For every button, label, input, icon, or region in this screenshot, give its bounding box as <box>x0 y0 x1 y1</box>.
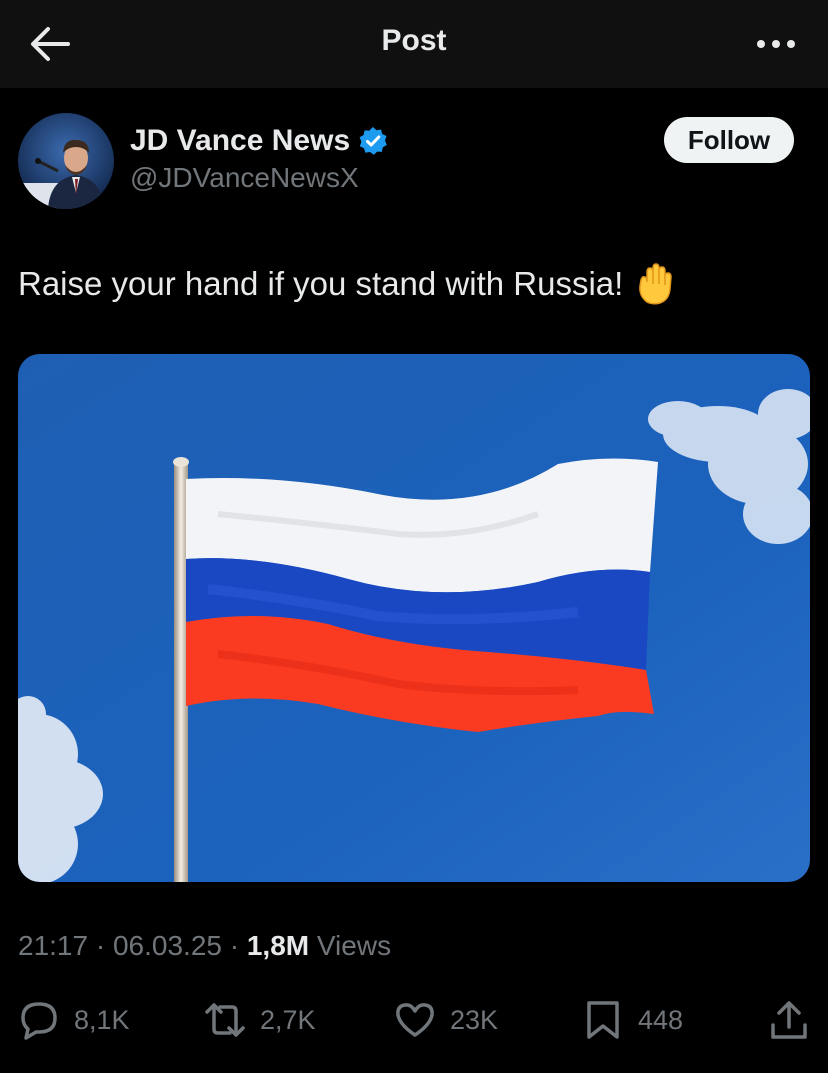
like-count: 23K <box>450 1004 499 1035</box>
bookmark-icon <box>587 1001 619 1039</box>
reply-icon <box>21 1002 57 1040</box>
follow-button[interactable]: Follow <box>664 117 794 163</box>
repost-count: 2,7K <box>260 1004 316 1035</box>
verified-badge-icon <box>359 127 387 155</box>
repost-icon <box>205 1003 245 1037</box>
meta-separator: · <box>229 930 240 961</box>
views-count[interactable]: 1,8M <box>247 930 309 961</box>
author-name: JD Vance News <box>130 124 351 157</box>
post-date: 06.03.25 <box>112 930 222 961</box>
reply-count: 8,1K <box>74 1004 130 1035</box>
share-button[interactable] <box>768 998 810 1042</box>
post-time: 21:17 <box>18 930 89 961</box>
like-button[interactable]: 23K <box>394 998 498 1042</box>
share-icon <box>771 1001 807 1039</box>
more-horizontal-icon[interactable] <box>754 26 798 62</box>
author-handle[interactable]: @JDVanceNewsX <box>130 162 359 194</box>
bookmark-button[interactable]: 448 <box>582 998 683 1042</box>
meta-separator: · <box>95 930 106 961</box>
page-title: Post <box>381 24 447 57</box>
post-text: Raise your hand if you stand with Russia… <box>18 265 624 302</box>
top-bar: Post <box>0 0 828 88</box>
post-text-row: Raise your hand if you stand with Russia… <box>18 262 675 306</box>
views-label: Views <box>316 930 392 961</box>
author-name-row[interactable]: JD Vance News <box>130 122 388 160</box>
avatar[interactable] <box>18 113 114 209</box>
post-image[interactable] <box>18 354 810 882</box>
heart-icon <box>396 1003 434 1037</box>
repost-button[interactable]: 2,7K <box>204 998 316 1042</box>
raised-hand-emoji <box>639 263 673 305</box>
reply-button[interactable]: 8,1K <box>18 998 130 1042</box>
bookmark-count: 448 <box>638 1004 684 1035</box>
post-meta: 21:17 · 06.03.25 · 1,8M Views <box>18 930 391 962</box>
